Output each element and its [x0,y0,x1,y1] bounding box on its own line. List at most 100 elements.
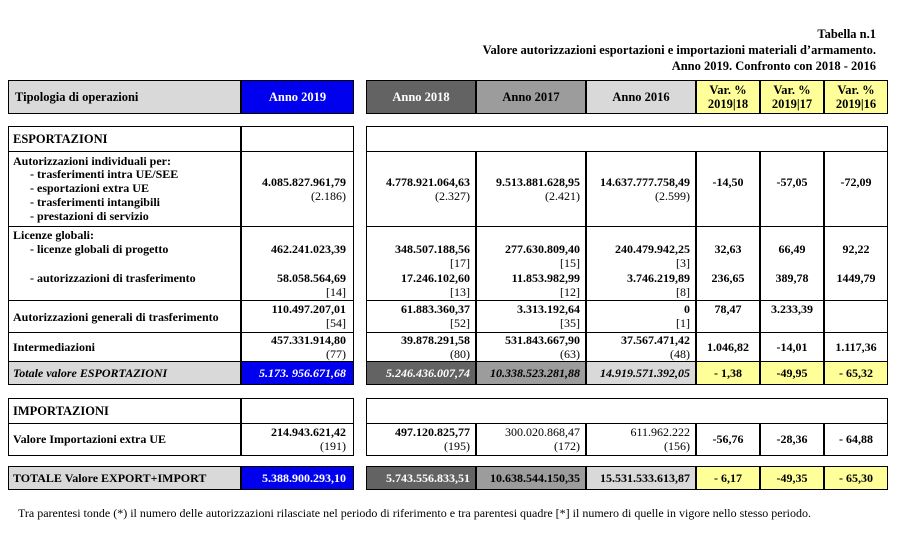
grand-total-v18: - 6,17 [714,471,742,485]
export-section-2019-cell [241,126,354,152]
header-tipologia: Tipologia di operazioni [8,80,241,114]
trasf-2017-count: [12] [560,285,580,299]
intermed-label: Intermediazioni [13,340,95,354]
progetto-2017: 277.630.809,40 [505,242,580,256]
generali-2016: 0 [684,302,690,316]
totale-export-2018: 5.246.436.007,74 [386,366,470,380]
table-subtitle: Anno 2019. Confronto con 2018 - 2016 [671,59,876,73]
header-var-18-line1: Var. % [709,83,747,97]
indiv-item-4: - prestazioni di servizio [30,209,149,223]
header-2018: Anno 2018 [366,80,476,114]
import-section-title: IMPORTAZIONI [13,404,109,418]
header-2019-label: Anno 2019 [268,89,327,104]
trasf-2019-count: [14] [326,285,346,299]
export-section-right-cell [366,126,888,152]
progetto-2017-count: [15] [560,256,580,270]
generali-2016-count: [1] [676,316,690,330]
licenze-trasf-label: - autorizzazioni di trasferimento [30,271,196,285]
import-2018: 497.120.825,77 [395,425,470,439]
generali-label: Autorizzazioni generali di trasferimento [13,310,219,324]
generali-2018-count: [52] [450,316,470,330]
header-var-16: Var. % 2019|16 [824,80,888,114]
indiv-item-2: - esportazioni extra UE [30,181,149,195]
import-section-2019-cell [241,398,354,424]
header-var-18-line2: 2019|18 [707,97,749,111]
header-2018-label: Anno 2018 [392,89,450,104]
progetto-2018: 348.507.188,56 [395,242,470,256]
import-2017-count: (172) [554,439,580,453]
import-label: Valore Importazioni extra UE [13,432,166,446]
totale-export-2016: 14.919.571.392,05 [600,366,690,380]
import-v18: -56,76 [712,432,744,446]
indiv-2016-count: (2.599) [655,189,690,203]
progetto-v17: 66,49 [778,242,806,256]
header-2016-label: Anno 2016 [612,89,670,104]
totale-export-v16: - 65,32 [839,366,873,380]
header-var-17-line2: 2019|17 [771,97,813,111]
indiv-2017-count: (2.421) [545,189,580,203]
intermed-v16: 1.117,36 [835,340,877,354]
licenze-row-v18-cell [696,226,760,301]
generali-2018: 61.883.360,37 [401,302,470,316]
grand-total-2019: 5.388.900.293,10 [262,471,346,485]
licenze-progetto-label: - licenze globali di progetto [30,242,169,256]
indiv-v18: -14,50 [712,175,744,189]
grand-total-v17: -49,35 [776,471,808,485]
indiv-2018: 4.778.921.064,63 [386,175,470,189]
trasf-2018: 17.246.102,60 [401,271,470,285]
totale-export-v17: -49,95 [776,366,808,380]
header-var-16-line2: 2019|16 [835,97,877,111]
import-2017: 300.020.868,47 [505,425,580,439]
table-title: Valore autorizzazioni esportazioni e imp… [482,43,876,57]
indiv-2016: 14.637.777.758,49 [600,175,690,189]
intermed-2019-count: (77) [326,347,346,361]
grand-total-v16: - 65,30 [839,471,873,485]
header-tipologia-label: Tipologia di operazioni [15,89,139,104]
licenze-row-v17-cell [760,226,824,301]
header-var-17: Var. % 2019|17 [760,80,824,114]
import-2018-count: (195) [444,439,470,453]
generali-v18: 78,47 [714,302,742,316]
import-2016: 611.962.222 [630,425,690,439]
indiv-v17: -57,05 [776,175,808,189]
header-2019: Anno 2019 [241,80,354,114]
intermed-2017: 531.843.667,90 [505,333,580,347]
intermed-2018-count: (80) [450,347,470,361]
indiv-2019: 4.085.827.961,79 [262,175,346,189]
indiv-2018-count: (2.327) [435,189,470,203]
indiv-2017: 9.513.881.628,95 [496,175,580,189]
generali-row-v16-cell [824,300,888,333]
indiv-item-1: - trasferimenti intra UE/SEE [30,167,179,181]
import-v16: - 64,88 [839,432,873,446]
grand-total-2017: 10.638.544.150,35 [490,471,580,485]
intermed-2019: 457.331.914,80 [271,333,346,347]
trasf-2018-count: [13] [450,285,470,299]
header-2017: Anno 2017 [476,80,586,114]
generali-2017-count: [35] [560,316,580,330]
totale-export-2017: 10.338.523.281,88 [490,366,580,380]
header-2017-label: Anno 2017 [502,89,560,104]
import-section-right-cell [366,398,888,424]
trasf-2017: 11.853.982,99 [511,271,580,285]
trasf-v18: 236,65 [711,271,745,285]
generali-v17: 3.233,39 [771,302,813,316]
progetto-2016: 240.479.942,25 [615,242,690,256]
grand-total-2018: 5.743.556.833,51 [386,471,470,485]
progetto-2016-count: [3] [676,256,690,270]
intermed-v17: -14,01 [776,340,808,354]
grand-total-2016: 15.531.533.613,87 [600,471,690,485]
header-var-16-line1: Var. % [837,83,875,97]
progetto-v16: 92,22 [842,242,870,256]
trasf-v16: 1449,79 [836,271,876,285]
progetto-2019: 462.241.023,39 [271,242,346,256]
totale-export-v18: - 1,38 [714,366,742,380]
export-section-title: ESPORTAZIONI [13,132,108,146]
intermed-2016: 37.567.471,42 [621,333,690,347]
indiv-2019-count: (2.186) [311,189,346,203]
table-heading: Tabella n.1 Valore autorizzazioni esport… [483,26,876,74]
intermed-2017-count: (63) [560,347,580,361]
licenze-title: Licenze globali: [13,228,94,242]
header-var-18: Var. % 2019|18 [696,80,760,114]
table-number: Tabella n.1 [817,27,876,41]
grand-total-label: TOTALE Valore EXPORT+IMPORT [13,471,207,485]
